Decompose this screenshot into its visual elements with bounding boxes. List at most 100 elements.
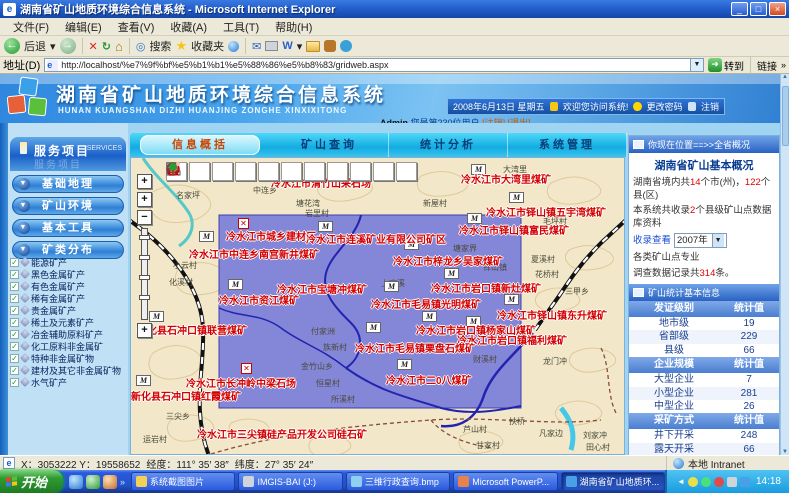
taskbar-button-3[interactable]: Microsoft PowerP... [453,472,557,491]
layer-checkbox[interactable]: ✓ [10,258,19,267]
change-password-link[interactable]: 更改密码 [647,100,683,113]
mine-marker[interactable]: M [422,311,437,322]
mine-label[interactable]: 冷水江市毛易镇栗盘石煤矿 [355,340,475,355]
go-button[interactable]: ➜ 转到 [708,58,744,73]
legend-tree-icon[interactable] [396,162,417,181]
taskbar-button-1[interactable]: IMGIS-BAI (J:) [238,472,342,491]
edit-dropdown-icon[interactable]: ▾ [297,40,303,53]
layer-checkbox[interactable]: ✓ [10,294,19,303]
tray-display-icon[interactable] [727,477,737,487]
mine-marker[interactable]: M [504,294,519,305]
tab-2[interactable]: 统计分析 [389,133,508,157]
mine-marker[interactable]: M [384,281,399,292]
back-label[interactable]: 后退 [24,38,46,54]
taskbar-button-2[interactable]: 三维行政查询.bmp [346,472,450,491]
search-label[interactable]: 搜索 [149,38,171,54]
quarry-marker[interactable]: ✕ [241,363,252,374]
zoom-bottom-button[interactable]: + [137,323,152,338]
address-dropdown-icon[interactable]: ▼ [690,59,703,71]
sidebar-button-0[interactable]: 基础地理▼ [12,175,124,193]
mine-label[interactable]: 冷水江市铎山镇东升煤矿 [497,307,607,322]
favorites-icon[interactable]: ★ [175,38,187,54]
edit-word-icon[interactable]: W [282,40,292,52]
quick-launch-chevron-icon[interactable]: » [120,477,125,487]
page-scrollbar[interactable]: ▲▼ [780,74,789,455]
mine-label[interactable]: 冷水江市二0八煤矿 [386,372,472,387]
layer-checkbox[interactable]: ✓ [10,378,19,387]
year-dropdown-icon[interactable]: ▼ [712,234,724,247]
scrollbar-thumb[interactable] [782,86,789,146]
quick-media-icon[interactable] [103,475,117,489]
zoom-window-icon[interactable] [327,162,348,181]
menu-item-0[interactable]: 文件(F) [6,18,56,36]
menu-item-5[interactable]: 帮助(H) [268,18,319,36]
mine-label[interactable]: 冷水江市中连乡南宫新井煤矿 [189,246,319,261]
mine-label[interactable]: 冷水江市城乡建材厂 [226,228,316,243]
sidebar-button-2[interactable]: 基本工具▼ [12,219,124,237]
tab-0[interactable]: 信息概括 [140,135,260,155]
taskbar-button-0[interactable]: 系统截图图片 [131,472,235,491]
logout-link[interactable]: 注销 [701,100,719,113]
refresh-icon[interactable]: ↻ [102,40,111,53]
start-button[interactable]: 开始 [0,470,63,493]
layer-checkbox[interactable]: ✓ [10,342,19,351]
mine-label[interactable]: 冷水江市大湾里煤矿 [461,171,551,186]
tab-3[interactable]: 系统管理 [508,133,627,157]
zoom-slider-handle[interactable] [139,235,150,240]
layer-item-9[interactable]: ✓建材及其它非金属矿物 [10,364,126,376]
clip-box-icon[interactable] [304,162,325,181]
zoom-out-icon[interactable] [189,162,210,181]
back-icon[interactable]: ← [4,38,20,54]
map-viewport[interactable]: 2 S + + − + 冷水江市渭竹山采石场冷水江市大湾里煤矿冷水江市铎山镇五宇… [130,157,625,455]
minimize-button[interactable]: _ [731,2,748,16]
sidebar-button-1[interactable]: 矿山环境▼ [12,197,124,215]
select-box-icon[interactable] [281,162,302,181]
tray-network-icon[interactable] [740,477,750,487]
mine-label[interactable]: 冷水江市资江煤矿 [219,292,299,307]
mine-marker[interactable]: M [199,231,214,242]
search-icon[interactable]: ◎ [136,40,146,53]
messenger-icon[interactable] [340,40,352,52]
mine-label[interactable]: 冷水江市连溪矿业有限公司矿区 [306,231,446,246]
mine-marker[interactable]: M [136,375,151,386]
layer-item-2[interactable]: ✓有色金属矿产 [10,280,126,292]
layer-checkbox[interactable]: ✓ [10,354,19,363]
taskbar-button-4[interactable]: 湖南省矿山地质环... [561,472,665,491]
layer-checkbox[interactable]: ✓ [10,366,19,375]
mail-icon[interactable]: ✉ [252,40,261,53]
back-dropdown-icon[interactable]: ▾ [50,40,56,53]
layer-checkbox[interactable]: ✓ [10,318,19,327]
layer-item-5[interactable]: ✓稀土及元素矿产 [10,316,126,328]
layer-item-6[interactable]: ✓冶金辅助原料矿产 [10,328,126,340]
layer-item-4[interactable]: ✓贵金属矿产 [10,304,126,316]
discuss-icon[interactable] [324,40,336,52]
tab-1[interactable]: 矿山查询 [270,133,389,157]
view-label[interactable]: 收录查看 [633,234,671,247]
media-icon[interactable] [228,41,239,52]
home-icon[interactable]: ⌂ [115,39,123,54]
print-icon[interactable] [265,41,278,51]
forward-icon[interactable]: → [60,38,76,54]
favorites-label[interactable]: 收藏夹 [191,38,224,54]
layer-checkbox[interactable]: ✓ [10,330,19,339]
measure-icon[interactable]: 2 [235,162,256,181]
menu-item-3[interactable]: 收藏(A) [163,18,214,36]
close-button[interactable]: × [769,2,786,16]
zoom-minus-button[interactable]: − [137,210,152,225]
quick-ie-icon[interactable] [69,475,83,489]
tray-volume-icon[interactable] [688,477,698,487]
folder-icon[interactable] [306,41,320,52]
layer-item-8[interactable]: ✓特种非金属矿物 [10,352,126,364]
mine-marker[interactable]: M [509,192,524,203]
mine-label[interactable]: 冷水江市梓龙乡吴家煤矿 [393,253,503,268]
pan-up-button[interactable]: + [137,174,152,189]
tray-alert-icon[interactable] [714,477,724,487]
session-links[interactable]: [注销] [退出] [482,118,531,123]
layer-checkbox[interactable]: ✓ [10,306,19,315]
layer-item-10[interactable]: ✓水气矿产 [10,376,126,388]
stop-icon[interactable]: ✕ [89,40,98,53]
tray-chevron-icon[interactable]: ◄ [677,477,685,486]
links-label[interactable]: 链接 [757,58,777,73]
mine-label[interactable]: 冷水江市毛易镇光明煤矿 [371,296,481,311]
year-select[interactable]: 2007年 ▼ [674,233,727,248]
